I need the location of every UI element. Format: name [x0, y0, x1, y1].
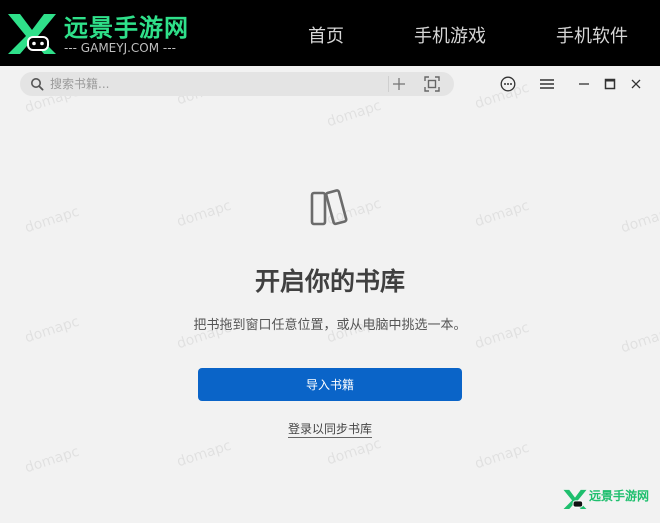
page-title: 开启你的书库	[254, 267, 405, 296]
corner-logo-text: 远景手游网	[589, 489, 650, 503]
close-icon	[631, 79, 641, 89]
gameyj-logo-icon[interactable]	[6, 10, 58, 56]
toolbar	[0, 66, 660, 102]
gameyj-logo-icon	[563, 489, 587, 510]
watermark-text: domapc	[174, 197, 234, 231]
maximize-icon	[604, 78, 616, 90]
site-logo-subtitle: --- GAMEYJ.COM ---	[64, 41, 176, 55]
minimize-button[interactable]	[574, 74, 594, 94]
scan-icon	[424, 76, 440, 92]
site-header: 远景手游网 --- GAMEYJ.COM --- 首页 手机游戏 手机软件	[0, 0, 660, 66]
more-options-button[interactable]	[498, 74, 518, 94]
minimize-icon	[579, 83, 589, 85]
drag-drop-hint: 把书拖到窗口任意位置，或从电脑中挑选一本。	[193, 318, 467, 333]
watermark-text: domapc	[472, 439, 532, 473]
search-icon	[31, 78, 44, 91]
close-button[interactable]	[626, 74, 646, 94]
add-book-button[interactable]	[389, 74, 409, 94]
scan-button[interactable]	[422, 74, 442, 94]
search-input[interactable]	[50, 74, 380, 94]
watermark-text: domapc	[22, 203, 82, 237]
plus-icon	[393, 78, 405, 90]
import-books-button[interactable]: 导入书籍	[198, 368, 462, 401]
menu-button[interactable]	[537, 74, 557, 94]
more-icon	[500, 76, 516, 92]
books-icon	[310, 189, 348, 226]
nav-item-mobile-apps[interactable]: 手机软件	[556, 22, 628, 48]
watermark-text: domapc	[472, 197, 532, 231]
watermark-text: domapc	[618, 203, 660, 237]
watermark-text: domapc	[174, 437, 234, 471]
login-sync-row: 登录以同步书库	[0, 420, 660, 438]
corner-watermark-logo: 远景手游网	[562, 486, 656, 516]
watermark-text: domapc	[22, 443, 82, 477]
nav-item-mobile-games[interactable]: 手机游戏	[414, 22, 486, 48]
nav-item-home[interactable]: 首页	[308, 22, 344, 48]
menu-icon	[540, 79, 554, 89]
library-window: domapc domapc domapc domapc domapc domap…	[0, 66, 660, 523]
watermark-text: domapc	[324, 435, 384, 469]
maximize-button[interactable]	[600, 74, 620, 94]
login-sync-link[interactable]: 登录以同步书库	[287, 422, 372, 438]
site-logo-title[interactable]: 远景手游网	[64, 8, 189, 43]
watermark-text: domapc	[324, 97, 384, 131]
